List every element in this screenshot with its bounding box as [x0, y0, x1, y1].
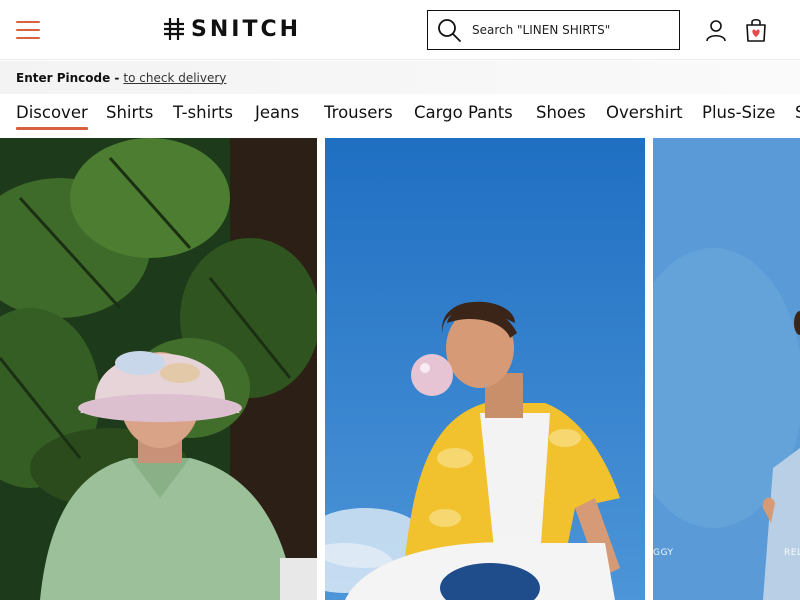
- category-tab-t-shirts[interactable]: T-shirts: [173, 103, 233, 122]
- shopping-bag-heart-icon[interactable]: [744, 17, 768, 43]
- category-tab-trousers[interactable]: Trousers: [324, 103, 393, 122]
- category-tab-discover[interactable]: Discover: [16, 103, 88, 130]
- pincode-bar: Enter Pincode - to check delivery: [0, 61, 800, 94]
- category-nav: Discover Shirts T-shirts Jeans Trousers …: [0, 94, 800, 138]
- brand-name: SNITCH: [191, 16, 302, 42]
- pincode-label: Enter Pincode -: [16, 70, 120, 85]
- banner-green-shirt[interactable]: [0, 138, 317, 600]
- banner-image: [0, 138, 317, 600]
- search-box[interactable]: [427, 10, 680, 50]
- category-tab-jeans[interactable]: Jeans: [255, 103, 299, 122]
- user-icon[interactable]: [704, 18, 728, 42]
- category-tab-more[interactable]: S: [795, 103, 800, 122]
- top-header: SNITCH: [0, 0, 800, 60]
- category-tab-cargo-pants[interactable]: Cargo Pants: [414, 103, 513, 122]
- banner-yellow-shirt[interactable]: [325, 138, 645, 600]
- check-delivery-link[interactable]: to check delivery: [123, 71, 226, 85]
- banner-image: [653, 138, 800, 600]
- category-tab-shoes[interactable]: Shoes: [536, 103, 586, 122]
- brand-logo[interactable]: SNITCH: [163, 14, 301, 44]
- search-input[interactable]: [472, 23, 662, 37]
- snitch-logo-icon: [164, 18, 184, 40]
- banner-overlay-text-left: GGY: [653, 548, 674, 558]
- banner-denim[interactable]: GGY REL: [653, 138, 800, 600]
- banner-overlay-text-right: REL: [784, 548, 800, 558]
- banner-image: [325, 138, 645, 600]
- hamburger-menu-icon[interactable]: [16, 20, 40, 40]
- category-tab-shirts[interactable]: Shirts: [106, 103, 153, 122]
- category-tab-plus-size[interactable]: Plus-Size: [702, 103, 775, 122]
- search-icon[interactable]: [436, 17, 462, 43]
- category-tab-overshirt[interactable]: Overshirt: [606, 103, 683, 122]
